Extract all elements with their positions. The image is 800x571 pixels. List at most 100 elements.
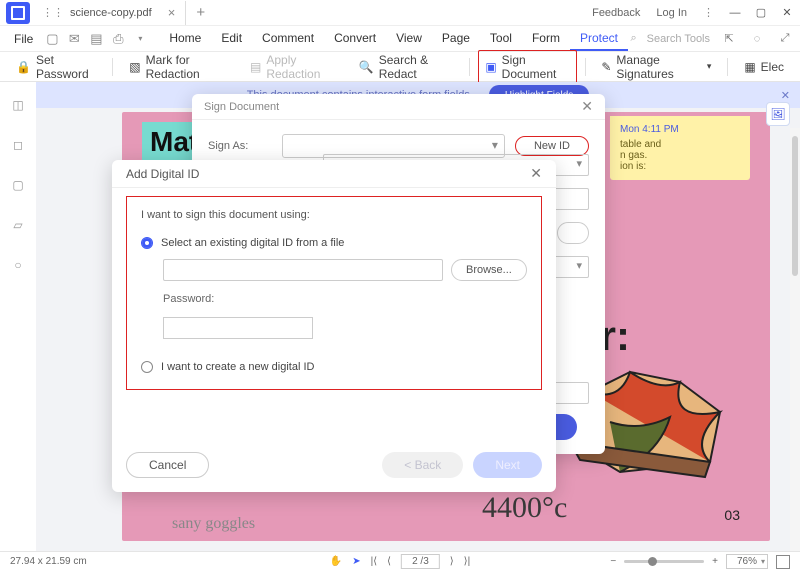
menu-bar: File ▢ ✉ ▤ ⎙ ▾ Home Edit Comment Convert… — [0, 26, 800, 52]
share-icon[interactable]: ⇱ — [720, 30, 738, 48]
electronic-button[interactable]: ▦ Elec — [736, 57, 792, 77]
zoom-out-icon[interactable]: − — [610, 556, 616, 567]
save-icon[interactable]: ▤ — [87, 30, 105, 48]
first-page-icon[interactable]: |⟨ — [371, 556, 378, 567]
floating-image-icon[interactable]: 🖼 — [766, 102, 790, 126]
radio-existing-id[interactable]: Select an existing digital ID from a fil… — [141, 233, 527, 253]
last-page-icon[interactable]: ⟩| — [464, 556, 471, 567]
fit-view-icon[interactable] — [776, 555, 790, 569]
annotations-icon[interactable]: ▢ — [9, 176, 27, 194]
close-window-button[interactable]: ✕ — [774, 0, 800, 26]
highlighted-section: I want to sign this document using: Sele… — [126, 196, 542, 390]
slider-knob[interactable] — [648, 557, 657, 566]
zoom-in-icon[interactable]: + — [712, 556, 718, 567]
sticky-timestamp: Mon 4:11 PM — [620, 124, 740, 135]
back-button: < Back — [382, 452, 463, 478]
document-tab[interactable]: ⋮⋮ science-copy.pdf × — [36, 1, 186, 25]
radio-create-id[interactable]: I want to create a new digital ID — [141, 357, 527, 377]
page-number-graphic: 03 — [724, 507, 740, 523]
apply-redaction-button: ▤ Apply Redaction — [242, 50, 347, 84]
search-icon[interactable]: ⌕ — [630, 32, 636, 45]
manage-signatures-button[interactable]: ✎ Manage Signatures ▾ — [593, 50, 719, 84]
sticky-note[interactable]: Mon 4:11 PM table and n gas. ion is: — [610, 116, 750, 180]
dialog-title: Sign Document — [204, 101, 279, 113]
close-dialog-icon[interactable]: ✕ — [530, 165, 542, 182]
lock-icon: 🔒 — [16, 60, 31, 74]
sign-document-button[interactable]: ▣ Sign Document — [478, 50, 576, 84]
vertical-scrollbar[interactable] — [790, 128, 800, 551]
close-infobar-icon[interactable]: ✕ — [781, 89, 790, 102]
tab-convert[interactable]: Convert — [324, 27, 386, 51]
content-fragment: sany goggles — [172, 515, 255, 533]
maximize-button[interactable]: ▢ — [748, 0, 774, 26]
dropdown-icon: ▾ — [707, 61, 712, 72]
search-redact-button[interactable]: 🔍 Search & Redact — [351, 50, 462, 84]
mark-redaction-button[interactable]: ▧ Mark for Redaction — [121, 50, 238, 84]
more-icon[interactable]: ⋮ — [695, 6, 722, 19]
dialog-title: Add Digital ID — [126, 167, 199, 181]
next-page-icon[interactable]: ⟩ — [450, 556, 454, 567]
browse-button[interactable]: Browse... — [451, 259, 527, 281]
left-sidebar: ◫ ◻ ▢ ▱ ○ — [0, 82, 36, 551]
add-digital-id-dialog: Add Digital ID ✕ I want to sign this doc… — [112, 160, 556, 492]
elec-icon: ▦ — [744, 60, 755, 74]
tab-form[interactable]: Form — [522, 27, 570, 51]
print-dropdown-icon[interactable]: ▾ — [131, 30, 149, 48]
add-tab-button[interactable]: + — [186, 4, 215, 21]
file-path-input[interactable] — [163, 259, 443, 281]
separator — [469, 58, 470, 76]
temperature-label: 4400°c — [482, 491, 567, 525]
search-tools-input[interactable]: Search Tools — [647, 33, 710, 45]
mail-icon[interactable]: ✉ — [65, 30, 83, 48]
attachments-icon[interactable]: ▱ — [9, 216, 27, 234]
sticky-line: n gas. — [620, 150, 740, 161]
tab-edit[interactable]: Edit — [211, 27, 252, 51]
set-password-button[interactable]: 🔒 Set Password — [8, 50, 104, 84]
feedback-link[interactable]: Feedback — [584, 7, 648, 19]
ribbon-tabs: Home Edit Comment Convert View Page Tool… — [159, 27, 628, 51]
print-icon[interactable]: ⎙ — [109, 30, 127, 48]
page-indicator[interactable]: 2 /3 — [401, 554, 440, 569]
cloud-icon[interactable]: ◌ — [748, 30, 766, 48]
separator — [727, 58, 728, 76]
tab-comment[interactable]: Comment — [252, 27, 324, 51]
app-icon — [6, 2, 30, 24]
tab-view[interactable]: View — [386, 27, 432, 51]
page-dimensions: 27.94 x 21.59 cm — [10, 556, 87, 567]
thumbnails-icon[interactable]: ◫ — [9, 96, 27, 114]
search-redact-icon: 🔍 — [359, 60, 374, 74]
login-link[interactable]: Log In — [648, 7, 695, 19]
expand-icon[interactable]: ⤢ — [776, 30, 794, 48]
manage-sig-icon: ✎ — [601, 60, 611, 74]
tab-tool[interactable]: Tool — [480, 27, 522, 51]
search-panel-icon[interactable]: ○ — [9, 256, 27, 274]
anchor-icon: ⋮⋮ — [42, 6, 64, 19]
tab-protect[interactable]: Protect — [570, 27, 628, 51]
zoom-slider[interactable] — [624, 560, 704, 563]
apply-icon: ▤ — [250, 60, 261, 74]
password-label: Password: — [163, 293, 527, 305]
password-input[interactable] — [163, 317, 313, 339]
cancel-button[interactable]: Cancel — [126, 452, 209, 478]
tab-home[interactable]: Home — [159, 27, 211, 51]
scroll-thumb[interactable] — [792, 136, 798, 276]
new-id-button[interactable]: New ID — [515, 136, 589, 156]
minimize-button[interactable]: — — [722, 0, 748, 26]
zoom-level-select[interactable]: 76% — [726, 554, 768, 569]
file-menu[interactable]: File — [6, 32, 41, 46]
bookmark-icon[interactable]: ◻ — [9, 136, 27, 154]
prev-page-icon[interactable]: ⟨ — [387, 556, 391, 567]
next-button[interactable]: Next — [473, 452, 542, 478]
sticky-line: ion is: — [620, 161, 740, 172]
close-dialog-icon[interactable]: ✕ — [581, 98, 593, 115]
document-tab-label: science-copy.pdf — [70, 7, 152, 19]
hand-tool-icon[interactable]: ✋ — [330, 556, 342, 567]
prompt-text: I want to sign this document using: — [141, 209, 527, 221]
sign-as-label: Sign As: — [208, 140, 272, 152]
open-icon[interactable]: ▢ — [43, 30, 61, 48]
separator — [585, 58, 586, 76]
sign-small-button[interactable] — [557, 222, 589, 244]
close-tab-icon[interactable]: × — [168, 5, 176, 20]
tab-page[interactable]: Page — [432, 27, 480, 51]
select-tool-icon[interactable]: ➤ — [352, 556, 360, 567]
